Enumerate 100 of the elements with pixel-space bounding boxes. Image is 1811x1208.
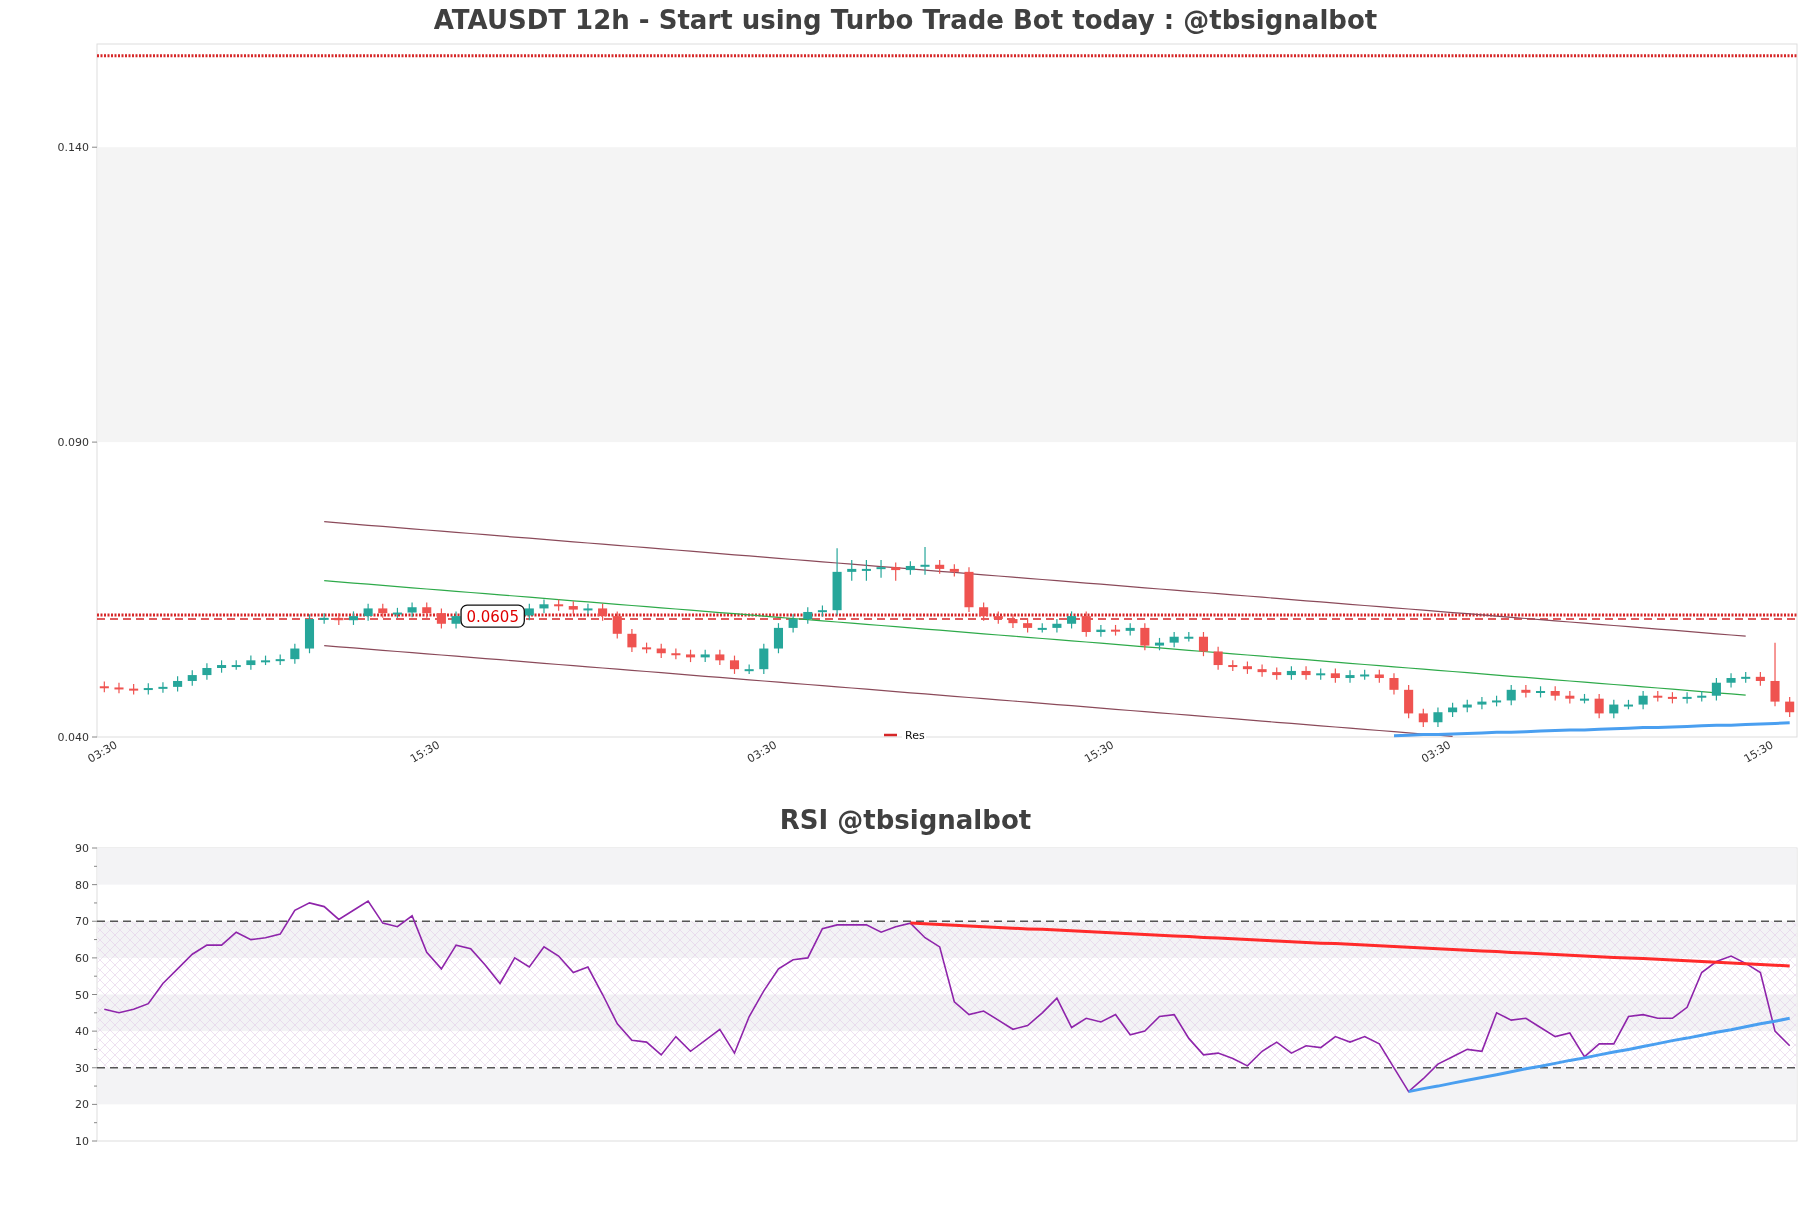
candle [832,547,842,616]
candle [275,653,285,666]
candle [158,681,168,694]
candle [993,610,1003,625]
minor-tick [93,1085,98,1087]
candle [1111,624,1121,637]
y-tick-label: 60 [75,951,89,965]
candle [348,610,358,626]
candle [700,649,710,663]
candle [217,659,227,674]
candle [686,649,696,663]
y-tick: 50 [75,988,98,1002]
y-tick: 0.140 [57,141,98,155]
candle [935,559,945,575]
candle [817,604,827,618]
candle [847,559,857,582]
candle [627,628,637,653]
candle [1594,693,1604,719]
y-tick: 40 [75,1025,98,1039]
candle [788,613,798,634]
candle [1785,696,1795,718]
candle [1579,693,1590,704]
candle [319,612,329,625]
candle [612,610,622,640]
candle [1023,617,1033,634]
minor-tick [93,1048,98,1050]
candle [1418,708,1428,728]
candle [1609,699,1619,719]
candle [905,560,915,576]
candle [1037,622,1047,634]
y-tick-label: 70 [75,915,89,929]
y-tick-label: 30 [75,1061,89,1075]
y-tick: 80 [75,878,98,892]
candle [1360,669,1370,681]
y-tick-label: 10 [75,1135,89,1148]
candle [1506,684,1516,706]
candle [1448,702,1458,718]
candle [861,559,871,582]
candle [143,682,153,696]
price-label: 0.0605 [460,604,525,628]
candle [671,647,681,660]
candle [1345,669,1355,684]
y-tick: 70 [75,915,98,929]
candle [524,603,534,621]
candle [173,675,183,693]
candle [554,599,564,612]
candle [1286,665,1296,681]
candle [1081,610,1091,638]
candle [451,610,461,630]
y-tick-label: 20 [75,1098,89,1112]
candle [1550,685,1560,702]
annotation: Res [905,729,925,742]
y-tick-label: 0.040 [57,731,89,744]
candle [1067,610,1077,630]
candle [1682,691,1692,704]
y-tick-label: 0.140 [57,141,89,155]
candle [1741,671,1751,684]
candle [436,607,446,630]
candle [363,603,373,622]
candle [1316,668,1326,681]
minor-tick [93,1122,98,1124]
candle [1667,691,1677,704]
candle [407,601,417,618]
candle [729,655,740,675]
y-tick: 60 [75,951,98,965]
candle [598,603,608,622]
candle [1140,622,1150,651]
candle [378,603,388,619]
candle [114,682,124,694]
candle [1521,684,1531,699]
y-tick-label: 50 [75,988,89,1002]
candle [568,600,578,615]
candle [1272,666,1282,681]
candle [583,603,593,615]
y-tick-label: 90 [75,842,89,855]
candle [1154,637,1165,651]
candle [964,566,974,613]
candle [642,642,652,654]
candle [1711,677,1721,702]
candle [1257,663,1267,678]
candle [539,599,549,614]
candle [261,655,271,666]
y-tick-label: 40 [75,1025,89,1039]
candle [187,669,197,687]
candle [422,601,432,619]
candle [1477,696,1487,710]
candle [392,607,402,619]
y-tick: 10 [75,1135,98,1148]
candle [1462,699,1472,713]
candle [99,680,109,693]
candle [334,612,344,626]
y-tick: 20 [75,1098,98,1112]
y-tick: 0.040 [57,731,98,744]
candle [1389,672,1399,696]
candle [803,606,813,625]
candle [1536,685,1546,699]
candle [1770,642,1780,707]
candle [1052,618,1062,634]
y-tick-label: 0.090 [57,436,89,450]
candle [129,683,139,696]
